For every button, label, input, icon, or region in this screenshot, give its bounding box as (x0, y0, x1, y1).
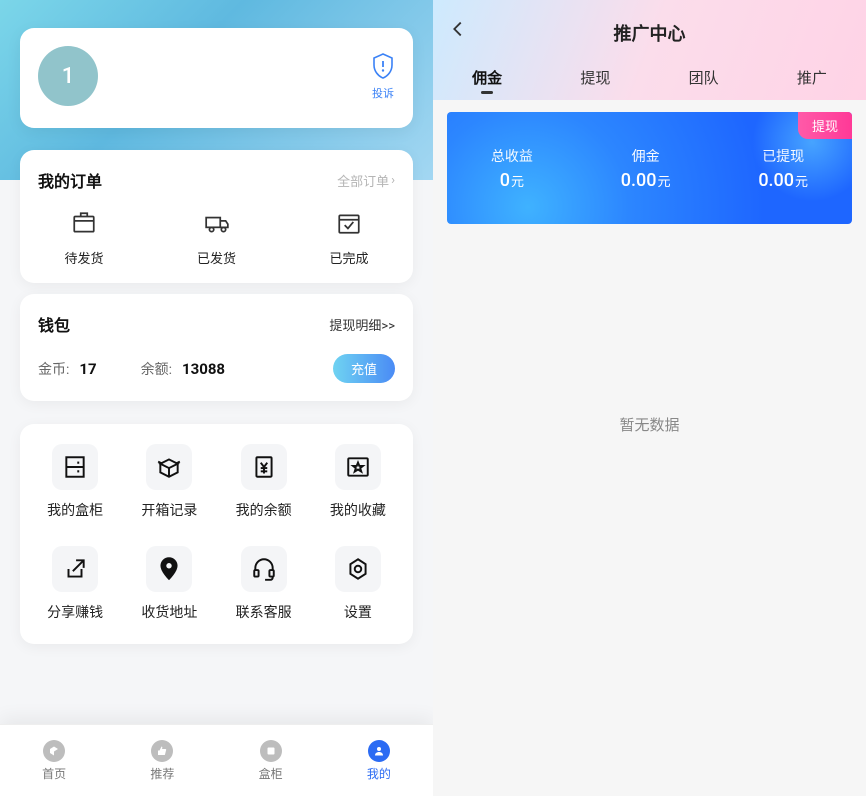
profile-screen: 1 投诉 我的订单 全部订单 › 待发货 已发货 (0, 0, 433, 796)
grid-favorites[interactable]: 我的收藏 (311, 444, 405, 520)
empty-state: 暂无数据 (433, 414, 866, 435)
tab-mine[interactable]: 我的 (367, 740, 391, 782)
grid-label: 开箱记录 (141, 500, 197, 520)
grid-label: 联系客服 (236, 602, 292, 622)
stat-unit: 元 (657, 175, 670, 190)
complaint-button[interactable]: 投诉 (371, 52, 395, 101)
bottom-tabbar: 首页 推荐 盒柜 我的 (0, 724, 433, 796)
cube-icon (43, 740, 65, 762)
menu-grid: 我的盒柜 开箱记录 我的余额 我的收藏 分享赚钱 收货地址 联系客服 设置 (20, 424, 413, 644)
stat-withdrawn: 已提现 0.00元 (758, 146, 808, 191)
grid-my-cabinet[interactable]: 我的盒柜 (28, 444, 122, 520)
tab-label: 推荐 (150, 765, 174, 782)
grid-share-earn[interactable]: 分享赚钱 (28, 546, 122, 622)
grid-label: 我的盒柜 (47, 500, 103, 520)
stat-value: 0.00 (758, 170, 794, 191)
coin-value: 17 (79, 360, 96, 378)
order-state-shipped[interactable]: 已发货 (177, 210, 257, 267)
box-icon (260, 740, 282, 762)
complaint-label: 投诉 (372, 85, 394, 101)
check-box-icon (336, 210, 362, 240)
yen-doc-icon (241, 444, 287, 490)
order-state-label: 待发货 (64, 248, 103, 267)
tab-cabinet[interactable]: 盒柜 (259, 740, 283, 782)
withdraw-tag-button[interactable]: 提现 (798, 112, 852, 139)
tab-home[interactable]: 首页 (42, 740, 66, 782)
grid-label: 设置 (344, 602, 372, 622)
truck-icon (204, 210, 230, 240)
tab-commission[interactable]: 佣金 (472, 67, 502, 94)
coin-label: 金币: (38, 359, 69, 379)
grid-label: 收货地址 (141, 602, 197, 622)
chevron-right-icon: › (391, 173, 395, 188)
cabinet-icon (52, 444, 98, 490)
shield-alert-icon (371, 52, 395, 83)
orders-card: 我的订单 全部订单 › 待发货 已发货 已完成 (20, 150, 413, 283)
stat-total: 总收益 0元 (491, 146, 533, 191)
thumb-icon (151, 740, 173, 762)
grid-address[interactable]: 收货地址 (122, 546, 216, 622)
order-state-done[interactable]: 已完成 (309, 210, 389, 267)
withdraw-detail-link[interactable]: 提现明细>> (329, 315, 395, 334)
stat-label: 已提现 (758, 146, 808, 166)
share-icon (52, 546, 98, 592)
stat-unit: 元 (795, 175, 808, 190)
grid-support[interactable]: 联系客服 (217, 546, 311, 622)
grid-open-history[interactable]: 开箱记录 (122, 444, 216, 520)
open-box-icon (146, 444, 192, 490)
balance-label: 余额: (141, 359, 172, 379)
order-state-pending[interactable]: 待发货 (44, 210, 124, 267)
header: 推广中心 佣金 提现 团队 推广 (433, 0, 866, 100)
profile-card: 1 投诉 (20, 28, 413, 128)
orders-title: 我的订单 (38, 168, 102, 192)
stat-unit: 元 (511, 175, 524, 190)
tab-label: 我的 (367, 765, 391, 782)
stat-label: 佣金 (621, 146, 671, 166)
grid-settings[interactable]: 设置 (311, 546, 405, 622)
user-icon (368, 740, 390, 762)
stats-banner: 提现 总收益 0元 佣金 0.00元 已提现 0.00元 (447, 112, 852, 224)
tab-promote[interactable]: 推广 (797, 67, 827, 94)
wallet-card: 钱包 提现明细>> 金币: 17 余额: 13088 充值 (20, 294, 413, 401)
all-orders-link[interactable]: 全部订单 › (337, 171, 395, 190)
all-orders-label: 全部订单 (337, 171, 389, 190)
grid-label: 我的余额 (236, 500, 292, 520)
location-pin-icon (146, 546, 192, 592)
stat-value: 0 (500, 170, 510, 191)
balance-value: 13088 (182, 360, 225, 378)
avatar[interactable]: 1 (38, 46, 98, 106)
tab-recommend[interactable]: 推荐 (150, 740, 174, 782)
stat-commission: 佣金 0.00元 (621, 146, 671, 191)
page-title: 推广中心 (433, 20, 866, 46)
package-icon (71, 210, 97, 240)
wallet-title: 钱包 (38, 312, 70, 336)
promotion-center-screen: 推广中心 佣金 提现 团队 推广 提现 总收益 0元 佣金 0.00元 已提现 … (433, 0, 866, 796)
tab-label: 首页 (42, 765, 66, 782)
stat-label: 总收益 (491, 146, 533, 166)
headset-icon (241, 546, 287, 592)
promotion-tabs: 佣金 提现 团队 推广 (433, 67, 866, 94)
order-state-label: 已完成 (329, 248, 368, 267)
avatar-text: 1 (62, 64, 75, 89)
tab-team[interactable]: 团队 (689, 67, 719, 94)
settings-icon (335, 546, 381, 592)
stat-value: 0.00 (621, 170, 657, 191)
tab-label: 盒柜 (259, 765, 283, 782)
order-state-label: 已发货 (197, 248, 236, 267)
tab-withdraw[interactable]: 提现 (580, 67, 610, 94)
grid-label: 我的收藏 (330, 500, 386, 520)
recharge-button[interactable]: 充值 (333, 354, 395, 383)
star-box-icon (335, 444, 381, 490)
grid-label: 分享赚钱 (47, 602, 103, 622)
grid-my-balance[interactable]: 我的余额 (217, 444, 311, 520)
